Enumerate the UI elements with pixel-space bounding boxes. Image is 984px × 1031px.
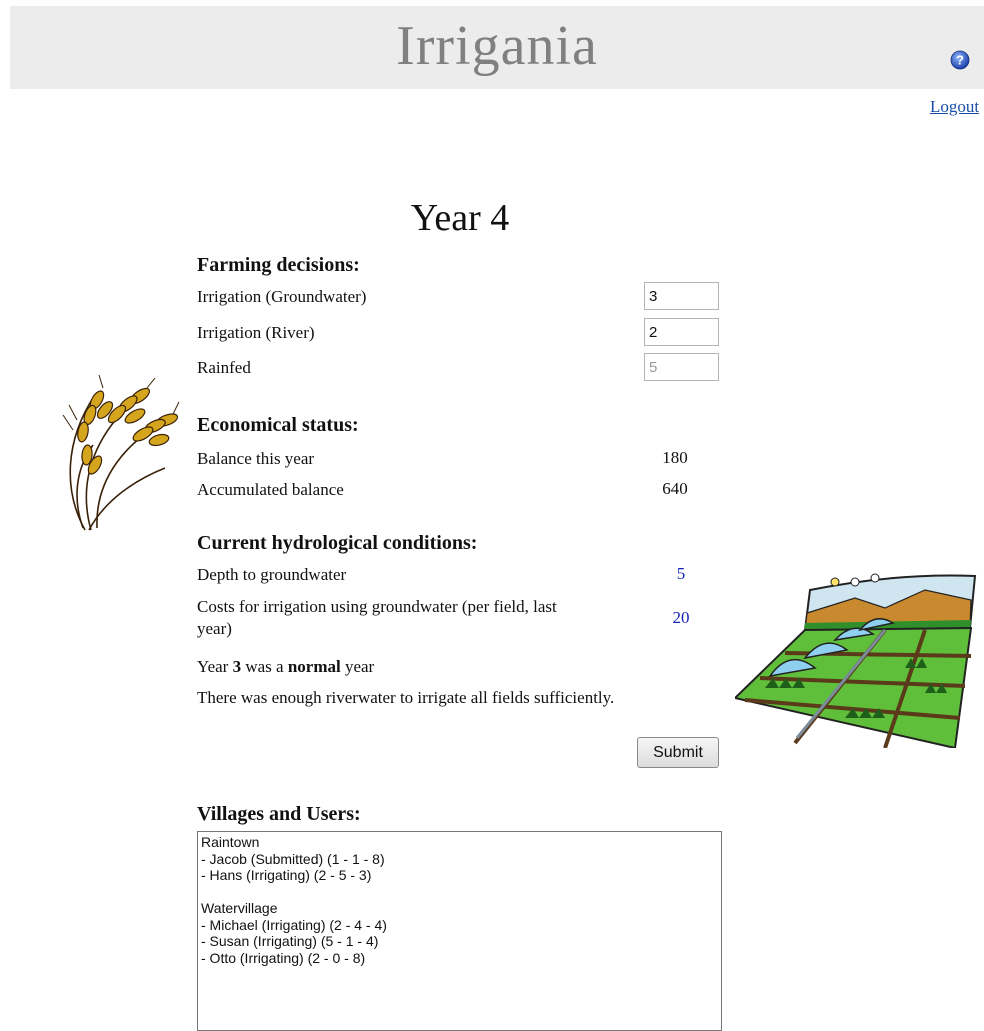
rainfed-input xyxy=(644,353,719,381)
year-suffix: year xyxy=(340,657,375,676)
farming-decisions-heading: Farming decisions: xyxy=(197,254,360,276)
rainfed-label: Rainfed xyxy=(197,358,251,377)
irrigation-river-input[interactable] xyxy=(644,318,719,346)
villages-users-heading: Villages and Users: xyxy=(197,803,361,825)
hydrological-conditions-heading: Current hydrological conditions: xyxy=(197,532,478,554)
user-entry: - Otto (Irrigating) (2 - 0 - 8) xyxy=(201,949,366,966)
year-type: normal xyxy=(287,657,341,676)
balance-this-year-value: 180 xyxy=(662,448,688,467)
groundwater-cost-value: 20 xyxy=(672,608,690,627)
user-entry: - Jacob (Submitted) (1 - 1 - 8) xyxy=(201,850,385,867)
depth-to-groundwater-label: Depth to groundwater xyxy=(197,565,347,584)
help-icon[interactable]: ? xyxy=(950,50,970,70)
header-bar: Irrigania ? xyxy=(10,6,984,89)
submit-button[interactable]: Submit xyxy=(637,737,719,768)
depth-to-groundwater-value: 5 xyxy=(676,564,686,583)
accumulated-balance-label: Accumulated balance xyxy=(197,480,344,499)
villages-users-list[interactable]: Raintown - Jacob (Submitted) (1 - 1 - 8)… xyxy=(197,831,722,1031)
user-entry: - Michael (Irrigating) (2 - 4 - 4) xyxy=(201,916,387,933)
groundwater-cost-label: Costs for irrigation using groundwater (… xyxy=(197,596,647,640)
user-entry: - Hans (Irrigating) (2 - 5 - 3) xyxy=(201,867,372,883)
year-prefix: Year xyxy=(197,657,233,676)
user-entry: - Susan (Irrigating) (5 - 1 - 4) xyxy=(201,933,379,949)
village-name: Raintown xyxy=(201,834,260,850)
app-title: Irrigania xyxy=(396,15,598,77)
year-middle: was a xyxy=(241,657,288,676)
year-number: 3 xyxy=(232,657,242,676)
wheat-illustration-icon xyxy=(62,374,180,531)
groundwater-cost-label-line1: Costs for irrigation using groundwater (… xyxy=(197,597,557,616)
irrigation-groundwater-input[interactable] xyxy=(644,282,719,310)
irrigation-groundwater-label: Irrigation (Groundwater) xyxy=(197,287,367,306)
balance-this-year-label: Balance this year xyxy=(197,449,315,468)
economical-status-heading: Economical status: xyxy=(197,414,359,436)
accumulated-balance-value: 640 xyxy=(662,479,688,498)
irrigation-river-label: Irrigation (River) xyxy=(197,323,315,342)
village-name: Watervillage xyxy=(201,900,278,916)
groundwater-cost-label-line2: year) xyxy=(197,619,232,638)
irrigated-field-illustration-icon xyxy=(735,573,977,748)
year-title: Year 4 xyxy=(410,197,510,239)
previous-year-status: Year 3 was a normal year xyxy=(197,656,374,678)
river-status-text: There was enough riverwater to irrigate … xyxy=(197,688,615,707)
logout-link[interactable]: Logout xyxy=(930,97,979,117)
svg-text:?: ? xyxy=(956,53,964,68)
